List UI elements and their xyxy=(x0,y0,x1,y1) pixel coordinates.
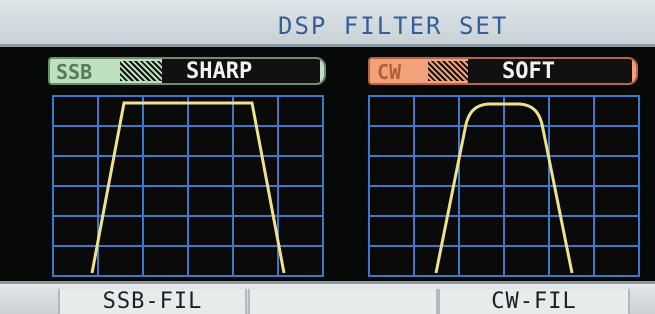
softkey-blank[interactable] xyxy=(248,289,438,314)
title-bar: DSP FILTER SET xyxy=(0,0,655,47)
softkey-bar: SSB-FIL CW-FIL xyxy=(0,281,655,314)
filter-screen: DSP FILTER SET SSB SHARP CW SOFT SSB-FIL… xyxy=(0,0,655,314)
ssb-filter-svg xyxy=(54,97,322,275)
cw-filter-tag: CW SOFT xyxy=(368,57,638,85)
screen-title: DSP FILTER SET xyxy=(278,12,509,40)
ssb-shade-pattern xyxy=(120,61,162,81)
cw-filter-value: SOFT xyxy=(468,59,632,83)
cw-grid xyxy=(370,97,638,275)
cw-mode-label: CW xyxy=(377,60,402,84)
softkey-cw-fil[interactable]: CW-FIL xyxy=(438,289,630,314)
cw-filter-svg xyxy=(370,97,638,275)
cw-filter-graph xyxy=(368,95,640,277)
cw-shade-pattern xyxy=(428,61,468,81)
ssb-mode-label: SSB xyxy=(56,60,93,84)
ssb-filter-value: SHARP xyxy=(162,59,320,83)
ssb-filter-tag: SSB SHARP xyxy=(48,57,326,85)
ssb-filter-graph xyxy=(52,95,324,277)
ssb-grid xyxy=(54,97,322,275)
softkey-ssb-fil[interactable]: SSB-FIL xyxy=(58,289,247,314)
